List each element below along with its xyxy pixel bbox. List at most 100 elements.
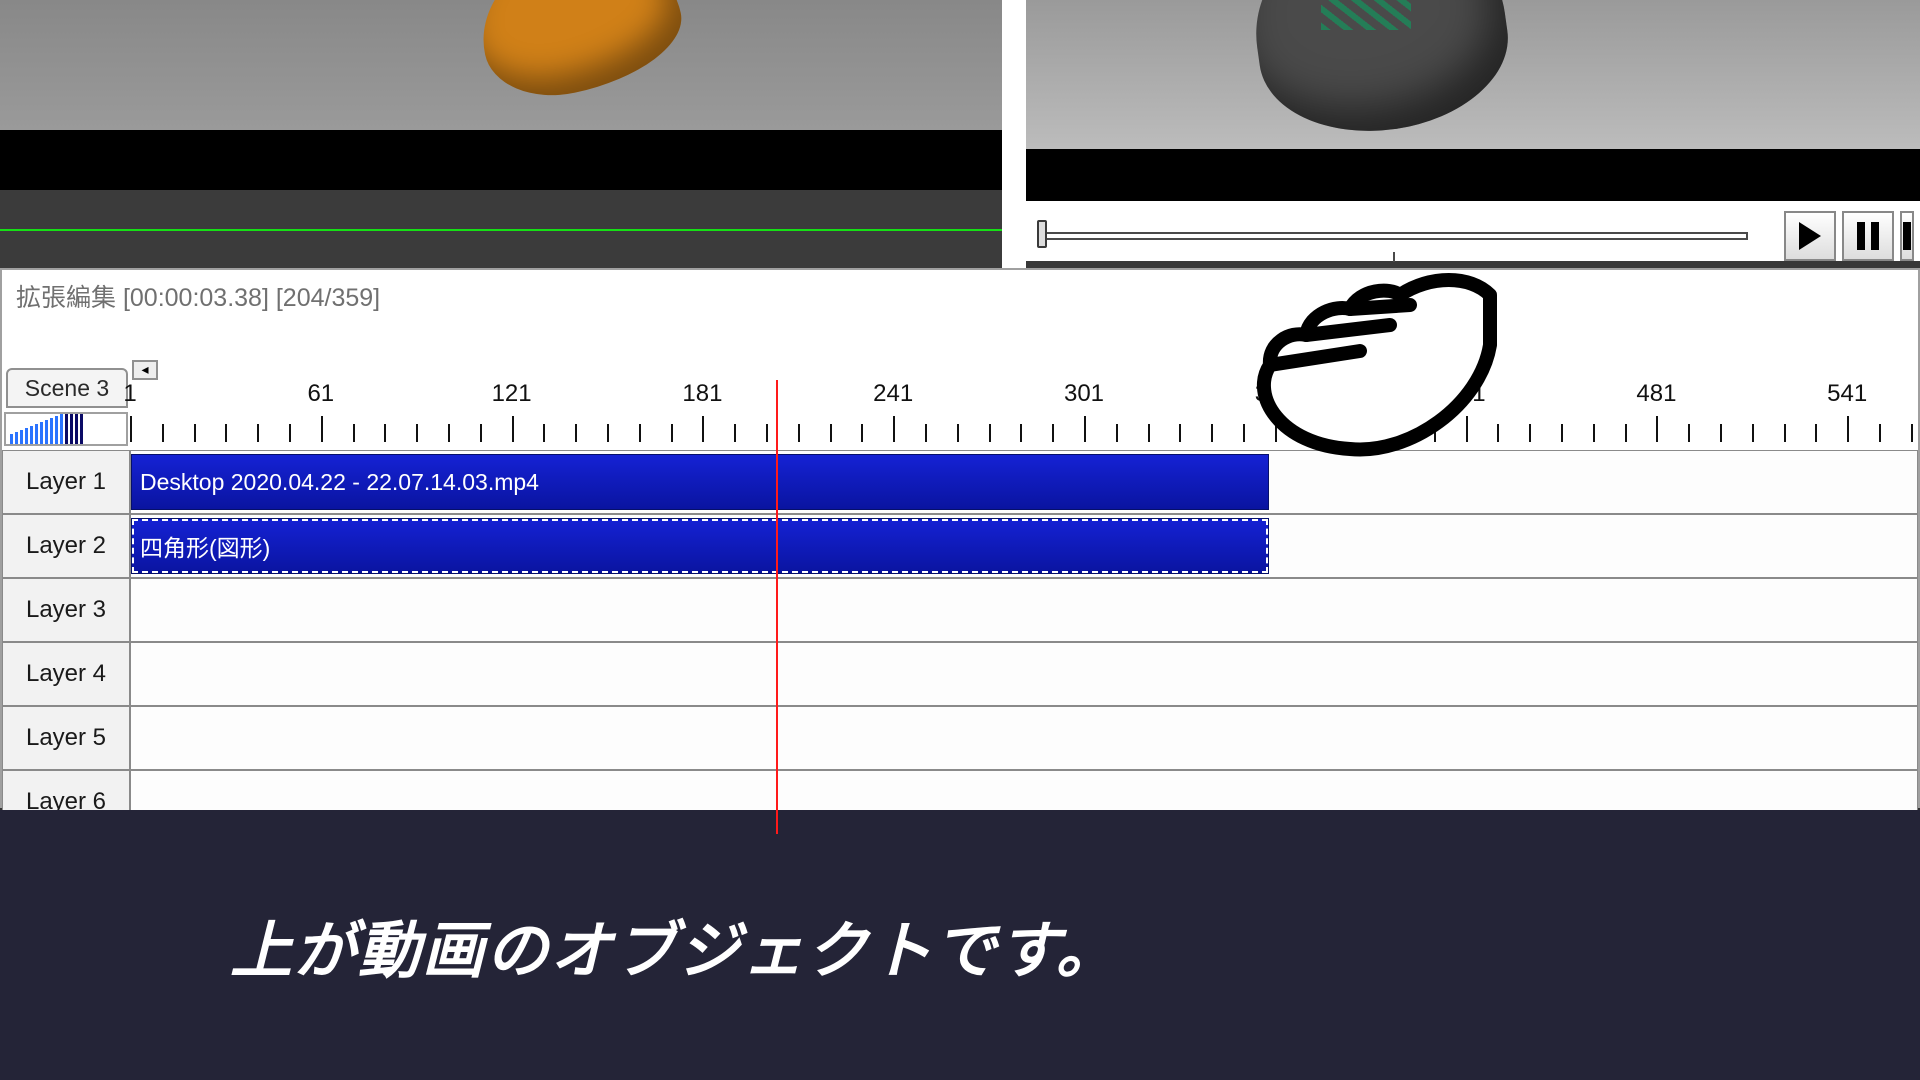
layer-track[interactable]: Desktop 2020.04.22 - 22.07.14.03.mp4 — [130, 450, 1918, 514]
ruler-small-tick — [225, 424, 227, 442]
layer-header[interactable]: Layer 5 — [2, 706, 130, 770]
preview-panels — [0, 0, 1920, 268]
ruler-big-tick — [893, 416, 895, 442]
ruler-big-tick — [1466, 416, 1468, 442]
ruler-small-tick — [448, 424, 450, 442]
ruler-small-tick — [861, 424, 863, 442]
subtitle-band: 上が動画のオブジェクトです。 — [0, 810, 1920, 1080]
ruler-small-tick — [353, 424, 355, 442]
layer-row: Layer 5 — [2, 706, 1918, 770]
panel-border — [1026, 261, 1920, 268]
ruler-small-tick — [1434, 424, 1436, 442]
layer-row: Layer 4 — [2, 642, 1918, 706]
ruler-small-tick — [480, 424, 482, 442]
ruler-small-tick — [798, 424, 800, 442]
ruler-small-tick — [1879, 424, 1881, 442]
ruler-big-tick — [321, 416, 323, 442]
ruler-small-tick — [1116, 424, 1118, 442]
letterbox-bar — [0, 130, 1002, 190]
ruler-small-tick — [1720, 424, 1722, 442]
layer-header[interactable]: Layer 2 — [2, 514, 130, 578]
pause-button[interactable] — [1842, 211, 1894, 261]
layer-row: Layer 2四角形(図形) — [2, 514, 1918, 578]
ruler-small-tick — [766, 424, 768, 442]
scene-tab[interactable]: Scene 3 — [6, 368, 128, 408]
ruler-small-tick — [1815, 424, 1817, 442]
ruler-big-tick — [1084, 416, 1086, 442]
ruler-big-tick — [1656, 416, 1658, 442]
source-preview-panel — [0, 0, 1008, 268]
ruler-small-tick — [1688, 424, 1690, 442]
ruler-small-tick — [162, 424, 164, 442]
ruler-small-tick — [989, 424, 991, 442]
ruler-label: 241 — [873, 380, 913, 408]
layer-header[interactable]: Layer 4 — [2, 642, 130, 706]
ruler-small-tick — [194, 424, 196, 442]
timeline-layers: Layer 1Desktop 2020.04.22 - 22.07.14.03.… — [2, 450, 1918, 834]
ruler-label: 361 — [1255, 380, 1295, 408]
timeline-ruler[interactable]: 161121181241301361421481541 — [130, 380, 1918, 450]
zoom-bars-icon — [10, 414, 122, 444]
seek-slider[interactable] — [1038, 232, 1748, 240]
ruler-small-tick — [1179, 424, 1181, 442]
stop-button-partial[interactable] — [1900, 211, 1914, 261]
seek-thumb[interactable] — [1037, 220, 1047, 248]
ruler-small-tick — [257, 424, 259, 442]
ruler-small-tick — [1561, 424, 1563, 442]
ruler-small-tick — [734, 424, 736, 442]
play-button[interactable] — [1784, 211, 1836, 261]
ruler-label: 421 — [1446, 380, 1486, 408]
ruler-small-tick — [1370, 424, 1372, 442]
ruler-small-tick — [1243, 424, 1245, 442]
ruler-small-tick — [1752, 424, 1754, 442]
layer-track[interactable]: 四角形(図形) — [130, 514, 1918, 578]
ruler-small-tick — [1784, 424, 1786, 442]
ruler-small-tick — [1307, 424, 1309, 442]
layer-header[interactable]: Layer 3 — [2, 578, 130, 642]
layer-track[interactable] — [130, 578, 1918, 642]
ruler-small-tick — [543, 424, 545, 442]
ruler-small-tick — [416, 424, 418, 442]
ruler-small-tick — [1020, 424, 1022, 442]
ruler-small-tick — [1911, 424, 1913, 442]
timeline-titlebar[interactable]: 拡張編集 [00:00:03.38] [204/359] — [2, 270, 1918, 322]
ruler-label: 301 — [1064, 380, 1104, 408]
ruler-small-tick — [639, 424, 641, 442]
timeline-clip[interactable]: 四角形(図形) — [131, 518, 1269, 574]
ruler-small-tick — [607, 424, 609, 442]
output-video-frame — [1026, 0, 1920, 149]
ruler-label: 61 — [307, 380, 334, 408]
ruler-small-tick — [957, 424, 959, 442]
ruler-label: 1 — [123, 380, 136, 408]
layer-header[interactable]: Layer 1 — [2, 450, 130, 514]
pause-icon — [1857, 222, 1879, 250]
ruler-small-tick — [1338, 424, 1340, 442]
shoe-icon — [468, 0, 693, 109]
layer-track[interactable] — [130, 706, 1918, 770]
source-video-frame — [0, 0, 1002, 130]
seek-midpoint-tick — [1393, 252, 1395, 262]
ruler-small-tick — [1402, 424, 1404, 442]
scroll-left-button[interactable]: ◂ — [132, 360, 158, 380]
layer-track[interactable] — [130, 642, 1918, 706]
timeline-window: 拡張編集 [00:00:03.38] [204/359] Scene 3 ◂ 1… — [0, 268, 1920, 808]
ruler-big-tick — [130, 416, 132, 442]
ruler-small-tick — [575, 424, 577, 442]
ruler-small-tick — [1593, 424, 1595, 442]
layer-row: Layer 3 — [2, 578, 1918, 642]
ruler-ticks — [130, 416, 1918, 446]
ruler-big-tick — [1275, 416, 1277, 442]
timeline-clip[interactable]: Desktop 2020.04.22 - 22.07.14.03.mp4 — [131, 454, 1269, 510]
ruler-label: 481 — [1636, 380, 1676, 408]
output-preview-panel — [1008, 0, 1920, 268]
ruler-small-tick — [925, 424, 927, 442]
play-icon — [1799, 222, 1821, 250]
zoom-widget[interactable] — [4, 412, 128, 446]
audio-level-line — [0, 229, 1002, 231]
ruler-small-tick — [830, 424, 832, 442]
audio-waveform-area — [0, 190, 1002, 268]
ruler-big-tick — [702, 416, 704, 442]
ruler-small-tick — [384, 424, 386, 442]
ruler-small-tick — [1529, 424, 1531, 442]
shoe-laces-icon — [1321, 0, 1411, 30]
